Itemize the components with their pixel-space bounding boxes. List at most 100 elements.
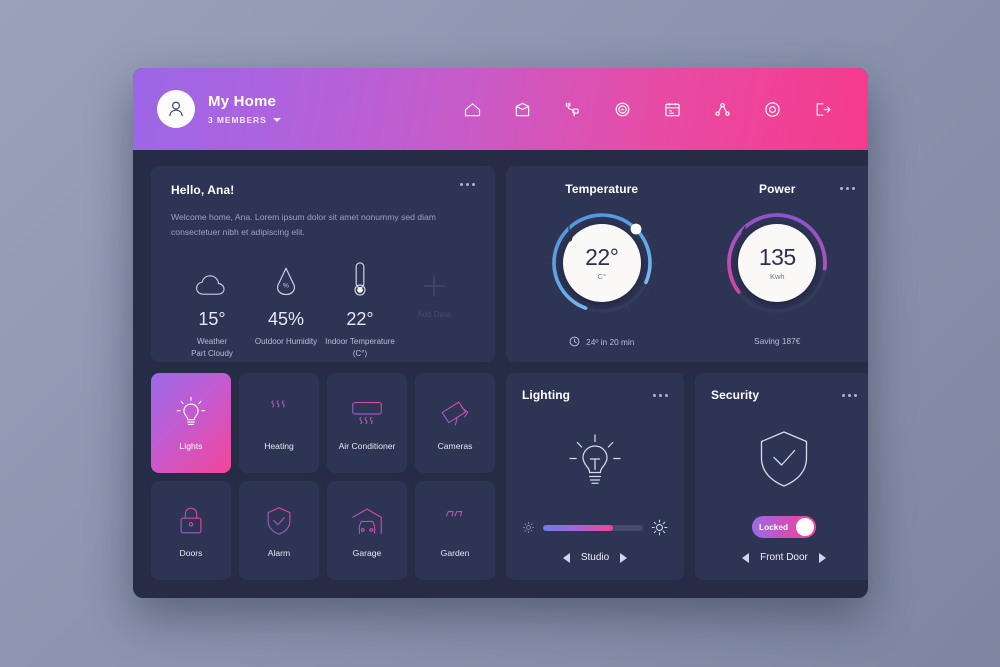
tile-air-conditioner[interactable]: Air Conditioner	[327, 373, 407, 473]
device-tiles: Lights Heating Air Conditioner Cameras D…	[151, 373, 495, 580]
nav-home-icon[interactable]	[460, 97, 484, 121]
brightness-slider-fill	[543, 524, 613, 531]
tile-label: Garden	[440, 548, 470, 559]
lock-icon	[175, 498, 207, 544]
temperature-forecast-text: 24º in 20 min	[586, 336, 635, 347]
welcome-card: Hello, Ana! Welcome home, Ana. Lorem ips…	[151, 166, 495, 362]
power-value: 135	[758, 243, 796, 270]
air-conditioner-icon	[348, 391, 386, 437]
stat-add-data[interactable]: Add Data	[397, 260, 471, 361]
members-dropdown[interactable]: 3 MEMBERS	[208, 115, 281, 125]
nav-plug-icon[interactable]	[560, 97, 584, 121]
dashboard-window: My Home 3 MEMBERS Hello, Ana! Welcome ho…	[133, 68, 868, 598]
security-zone-stepper: Front Door	[711, 552, 857, 563]
lighting-prev-arrow-left-icon[interactable]	[562, 552, 570, 563]
tile-label: Cameras	[437, 440, 473, 451]
home-brand[interactable]: My Home 3 MEMBERS	[157, 90, 281, 128]
gauges-card: Temperature 22° C° 24º in 20 min Power 1…	[506, 166, 868, 362]
tile-label: Garage	[352, 548, 382, 559]
tile-garden[interactable]: Garden	[415, 480, 495, 580]
tile-label: Alarm	[267, 548, 291, 559]
lightbulb-glow-icon	[522, 404, 668, 519]
stat-humidity: % 45% Outdoor Humidity	[249, 260, 323, 361]
lightning-bolt-icon	[741, 224, 749, 240]
svg-text:%: %	[283, 283, 289, 290]
lock-toggle-wrap: Locked	[711, 516, 857, 538]
shield-check-icon	[263, 498, 295, 544]
lighting-more-options-icon[interactable]	[653, 393, 668, 397]
camera-icon	[436, 391, 474, 437]
temperature-gauge: Temperature 22° C° 24º in 20 min	[514, 182, 690, 362]
security-more-options-icon[interactable]	[842, 393, 857, 397]
nav-rooms-icon[interactable]	[510, 97, 534, 121]
nav-target-icon[interactable]	[610, 97, 634, 121]
lighting-title: Lighting	[522, 388, 571, 402]
temperature-value: 22°	[585, 243, 619, 270]
power-dial[interactable]: 135 Kwh	[717, 203, 837, 323]
garden-bench-icon	[436, 498, 474, 544]
humidity-drop-icon: %	[249, 260, 323, 300]
lock-toggle-label: Locked	[759, 522, 789, 532]
tile-garage[interactable]: Garage	[327, 480, 407, 580]
brightness-slider[interactable]	[543, 524, 643, 531]
power-header: Power	[690, 182, 866, 196]
tile-alarm[interactable]: Alarm	[239, 480, 319, 580]
power-title: Power	[758, 182, 796, 196]
tile-label: Air Conditioner	[338, 440, 396, 451]
tile-label: Lights	[179, 440, 203, 451]
thermometer-needle-icon	[565, 225, 573, 242]
lighting-room-stepper: Studio	[522, 552, 668, 563]
power-more-options-icon[interactable]	[840, 187, 855, 190]
cloud-icon	[175, 260, 249, 300]
temperature-forecast: 24º in 20 min	[569, 336, 634, 347]
shield-check-icon	[711, 404, 857, 516]
security-title: Security	[711, 388, 760, 402]
lock-toggle-knob	[796, 518, 814, 536]
stat-label: Add Data	[417, 310, 451, 320]
stat-value: 15°	[198, 309, 226, 330]
temperature-dial[interactable]: 22° C°	[542, 203, 662, 323]
security-prev-arrow-left-icon[interactable]	[742, 552, 750, 563]
members-count: 3 MEMBERS	[208, 114, 267, 125]
user-avatar-icon	[169, 101, 183, 117]
thermometer-icon	[323, 260, 397, 300]
temperature-title: Temperature	[565, 182, 639, 196]
stat-value: 22°	[346, 309, 374, 330]
lightbulb-icon	[173, 391, 209, 437]
nav-settings-circle-icon[interactable]	[760, 97, 784, 121]
security-zone-label: Front Door	[760, 552, 808, 563]
lighting-card: Lighting Studio	[506, 373, 684, 580]
tile-lights[interactable]: Lights	[151, 373, 231, 473]
brightness-high-icon	[651, 519, 668, 536]
welcome-more-options-icon[interactable]	[460, 183, 475, 186]
nav-calendar-icon[interactable]	[660, 97, 684, 121]
plus-icon	[397, 260, 471, 300]
tile-doors[interactable]: Doors	[151, 480, 231, 580]
dashboard-grid: Hello, Ana! Welcome home, Ana. Lorem ips…	[133, 150, 868, 598]
stat-label: Outdoor Humidity	[254, 337, 318, 347]
lighting-header: Lighting	[522, 388, 668, 402]
lighting-room-label: Studio	[580, 552, 610, 563]
garage-car-icon	[348, 498, 386, 544]
avatar[interactable]	[157, 90, 195, 128]
chevron-down-icon	[272, 117, 281, 122]
lock-toggle[interactable]: Locked	[752, 516, 816, 538]
security-card: Security Locked Front Door	[695, 373, 868, 580]
lighting-next-arrow-right-icon[interactable]	[620, 552, 628, 563]
greeting-text: Hello, Ana!	[171, 183, 235, 197]
nav-network-icon[interactable]	[710, 97, 734, 121]
power-readout: 135 Kwh	[738, 224, 817, 302]
tile-heating[interactable]: Heating	[239, 373, 319, 473]
stat-value: 45%	[267, 309, 305, 330]
weather-stats: 15° Weather Part Cloudy % 45% Outdoor Hum…	[171, 260, 475, 361]
brightness-slider-row	[522, 519, 668, 536]
nav-logout-icon[interactable]	[810, 97, 834, 121]
radiator-icon	[261, 391, 297, 437]
brightness-low-icon	[522, 521, 535, 534]
tile-cameras[interactable]: Cameras	[415, 373, 495, 473]
power-gauge: Power 135 Kwh Saving 187€	[690, 182, 866, 362]
security-next-arrow-right-icon[interactable]	[818, 552, 826, 563]
stat-label: Weather Part Cloudy	[191, 337, 233, 359]
stat-label: Indoor Temperature (C°)	[325, 337, 395, 359]
welcome-message: Welcome home, Ana. Lorem ipsum dolor sit…	[171, 212, 436, 238]
